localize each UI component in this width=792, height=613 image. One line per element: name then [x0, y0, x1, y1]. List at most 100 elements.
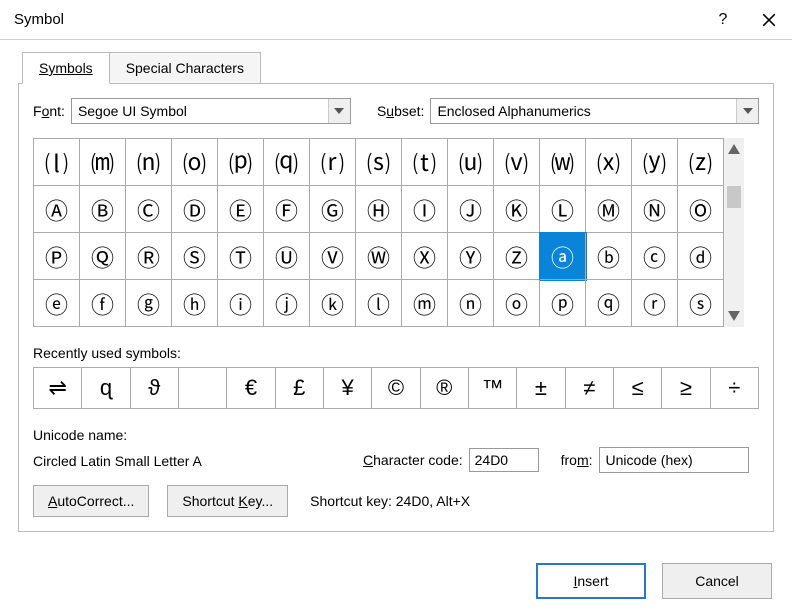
- symbol-cell[interactable]: Ⓗ: [356, 186, 402, 233]
- recent-symbol-cell[interactable]: ≥: [662, 368, 710, 408]
- tab-special-characters[interactable]: Special Characters: [109, 52, 261, 83]
- recent-symbol-cell[interactable]: ™: [469, 368, 517, 408]
- symbol-cell[interactable]: Ⓑ: [80, 186, 126, 233]
- symbol-cell[interactable]: Ⓔ: [218, 186, 264, 233]
- symbol-cell[interactable]: ⒱: [494, 139, 540, 186]
- symbol-cell[interactable]: Ⓙ: [448, 186, 494, 233]
- subset-dropdown-button[interactable]: [736, 99, 758, 123]
- symbol-cell[interactable]: Ⓢ: [172, 233, 218, 280]
- insert-button[interactable]: Insert: [536, 563, 646, 599]
- symbol-grid: ⒧⒨⒩⒪⒫⒬⒭⒮⒯⒰⒱⒲⒳⒴⒵ ⒶⒷⒸⒹⒺⒻⒼⒽⒾⒿⓀⓁⓂⓃⓄ ⓅⓆⓇⓈⓉⓊⓋⓌⓍⓎ…: [33, 138, 724, 327]
- font-input[interactable]: [72, 99, 328, 123]
- symbol-cell[interactable]: Ⓣ: [218, 233, 264, 280]
- recent-symbol-cell[interactable]: ≠: [566, 368, 614, 408]
- symbol-cell[interactable]: ⓕ: [80, 280, 126, 327]
- symbol-cell[interactable]: ⒴: [632, 139, 678, 186]
- symbol-cell[interactable]: ⒪: [172, 139, 218, 186]
- symbol-cell[interactable]: ⓚ: [310, 280, 356, 327]
- symbol-cell[interactable]: ⒫: [218, 139, 264, 186]
- recent-symbol-cell[interactable]: ⇌: [34, 368, 82, 408]
- symbol-cell[interactable]: Ⓛ: [540, 186, 586, 233]
- charcode-input[interactable]: [469, 448, 539, 472]
- recent-symbol-cell[interactable]: ɋ: [82, 368, 130, 408]
- symbol-cell[interactable]: Ⓒ: [126, 186, 172, 233]
- tab-bar: Symbols Special Characters: [18, 52, 774, 83]
- recent-symbol-cell[interactable]: £: [276, 368, 324, 408]
- symbol-cell[interactable]: Ⓚ: [494, 186, 540, 233]
- scroll-down-icon: [728, 311, 740, 321]
- autocorrect-button[interactable]: AutoCorrect...: [33, 485, 149, 517]
- tab-symbols[interactable]: Symbols: [22, 52, 110, 84]
- cancel-button[interactable]: Cancel: [662, 563, 772, 599]
- symbol-cell[interactable]: Ⓓ: [172, 186, 218, 233]
- symbol-cell[interactable]: ⓙ: [264, 280, 310, 327]
- recent-symbol-cell[interactable]: ®: [421, 368, 469, 408]
- recent-symbol-cell[interactable]: €: [227, 368, 275, 408]
- symbol-cell[interactable]: ⓡ: [632, 280, 678, 327]
- symbol-cell[interactable]: Ⓠ: [80, 233, 126, 280]
- symbol-cell[interactable]: ⒯: [402, 139, 448, 186]
- close-button[interactable]: [746, 0, 792, 40]
- symbol-cell[interactable]: ⓓ: [678, 233, 724, 280]
- symbol-cell[interactable]: ⓠ: [586, 280, 632, 327]
- symbol-cell[interactable]: Ⓧ: [402, 233, 448, 280]
- symbol-cell[interactable]: ⓞ: [494, 280, 540, 327]
- from-label: from:: [561, 452, 593, 468]
- from-input[interactable]: [600, 448, 792, 472]
- subset-input[interactable]: [431, 99, 736, 123]
- symbol-cell[interactable]: ⓜ: [402, 280, 448, 327]
- scroll-thumb[interactable]: [727, 186, 741, 208]
- symbol-cell[interactable]: ⓔ: [34, 280, 80, 327]
- symbol-cell[interactable]: ⓘ: [218, 280, 264, 327]
- dialog-footer: Insert Cancel: [536, 563, 772, 599]
- symbol-cell[interactable]: Ⓐ: [34, 186, 80, 233]
- symbol-cell[interactable]: Ⓘ: [402, 186, 448, 233]
- symbol-cell[interactable]: ⒨: [80, 139, 126, 186]
- recent-symbol-cell[interactable]: ±: [517, 368, 565, 408]
- symbol-cell[interactable]: ⒭: [310, 139, 356, 186]
- symbol-cell[interactable]: Ⓤ: [264, 233, 310, 280]
- symbol-cell[interactable]: ⒵: [678, 139, 724, 186]
- tab-panel: Font: Subset: ⒧⒨⒩⒪⒫⒬⒭⒮⒯⒰⒱⒲⒳⒴⒵ⒶⒷⒸⒹⒺⒻⒼⒽⒾⒿⓀ…: [18, 83, 774, 532]
- symbol-cell[interactable]: ⓐ: [540, 233, 586, 280]
- symbol-cell[interactable]: ⓢ: [678, 280, 724, 327]
- symbol-cell[interactable]: Ⓜ: [586, 186, 632, 233]
- recent-symbol-cell[interactable]: ¥: [324, 368, 372, 408]
- symbol-cell[interactable]: ⓝ: [448, 280, 494, 327]
- symbol-cell[interactable]: Ⓝ: [632, 186, 678, 233]
- symbol-cell[interactable]: ⒳: [586, 139, 632, 186]
- subset-combo[interactable]: [430, 98, 759, 124]
- symbol-cell[interactable]: Ⓟ: [34, 233, 80, 280]
- symbol-cell[interactable]: Ⓥ: [310, 233, 356, 280]
- symbol-cell[interactable]: Ⓨ: [448, 233, 494, 280]
- help-button[interactable]: ?: [700, 0, 746, 40]
- symbol-cell[interactable]: ⒲: [540, 139, 586, 186]
- recent-symbol-cell[interactable]: ÷: [711, 368, 759, 408]
- symbol-cell[interactable]: ⓖ: [126, 280, 172, 327]
- font-dropdown-button[interactable]: [328, 99, 350, 123]
- symbol-cell[interactable]: Ⓡ: [126, 233, 172, 280]
- symbol-cell[interactable]: ⒬: [264, 139, 310, 186]
- symbol-cell[interactable]: Ⓩ: [494, 233, 540, 280]
- symbol-cell[interactable]: ⒰: [448, 139, 494, 186]
- symbol-cell[interactable]: Ⓕ: [264, 186, 310, 233]
- recent-symbol-cell[interactable]: ϑ: [131, 368, 179, 408]
- symbol-cell[interactable]: Ⓞ: [678, 186, 724, 233]
- recent-symbol-cell[interactable]: ©: [372, 368, 420, 408]
- symbol-cell[interactable]: ⒧: [34, 139, 80, 186]
- symbol-cell[interactable]: ⓟ: [540, 280, 586, 327]
- from-combo[interactable]: [599, 447, 749, 473]
- symbol-cell[interactable]: Ⓖ: [310, 186, 356, 233]
- font-combo[interactable]: [71, 98, 351, 124]
- symbol-cell[interactable]: ⓗ: [172, 280, 218, 327]
- grid-scrollbar[interactable]: [724, 138, 744, 327]
- symbol-cell[interactable]: ⓛ: [356, 280, 402, 327]
- recent-symbol-cell[interactable]: ≤: [614, 368, 662, 408]
- symbol-cell[interactable]: ⓒ: [632, 233, 678, 280]
- recent-symbol-cell[interactable]: [179, 368, 227, 408]
- symbol-cell[interactable]: ⒩: [126, 139, 172, 186]
- symbol-cell[interactable]: ⓑ: [586, 233, 632, 280]
- shortcut-key-button[interactable]: Shortcut Key...: [167, 485, 288, 517]
- symbol-cell[interactable]: Ⓦ: [356, 233, 402, 280]
- symbol-cell[interactable]: ⒮: [356, 139, 402, 186]
